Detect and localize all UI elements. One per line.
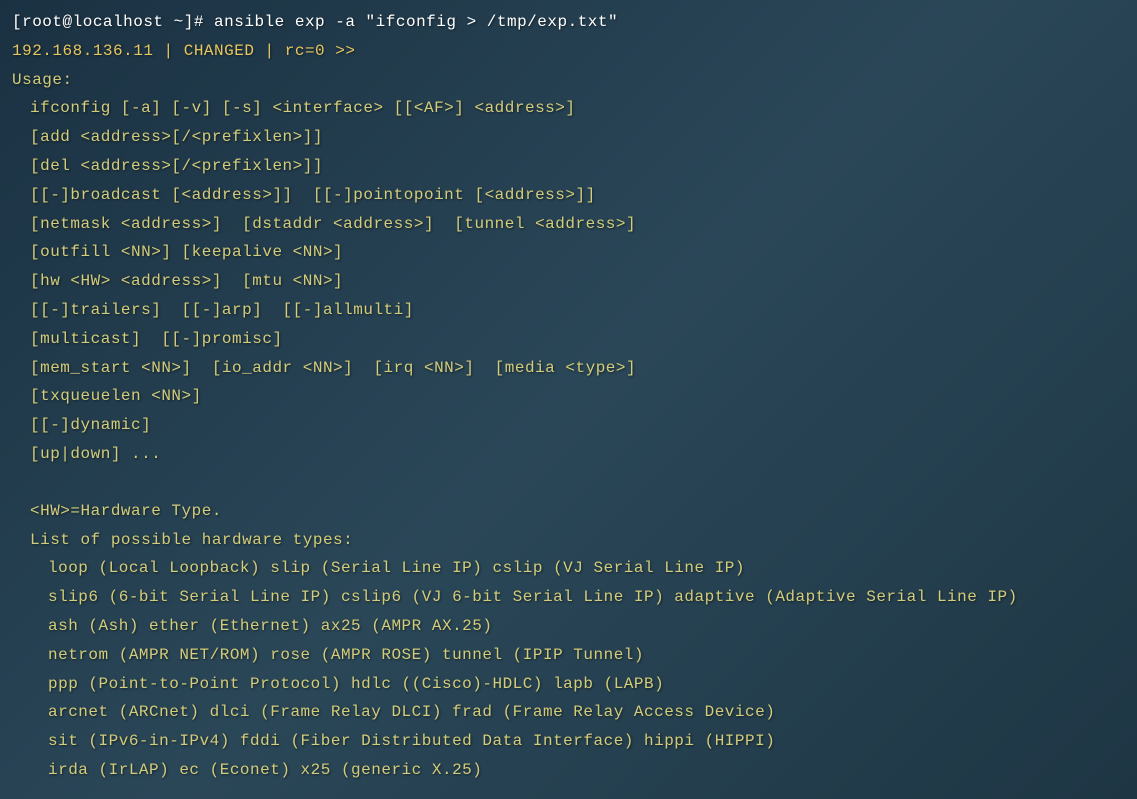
usage-line: ifconfig [-a] [-v] [-s] <interface> [[<A…: [12, 94, 1125, 123]
hardware-type-item: slip6 (6-bit Serial Line IP) cslip6 (VJ …: [12, 583, 1125, 612]
usage-line: [[-]trailers] [[-]arp] [[-]allmulti]: [12, 296, 1125, 325]
usage-line: [txqueuelen <NN>]: [12, 382, 1125, 411]
hardware-type-heading: <HW>=Hardware Type.: [12, 497, 1125, 526]
command-prompt-line: [root@localhost ~]# ansible exp -a "ifco…: [12, 8, 1125, 37]
hardware-type-item: loop (Local Loopback) slip (Serial Line …: [12, 554, 1125, 583]
usage-line: [multicast] [[-]promisc]: [12, 325, 1125, 354]
usage-line: [[-]dynamic]: [12, 411, 1125, 440]
hardware-type-item: netrom (AMPR NET/ROM) rose (AMPR ROSE) t…: [12, 641, 1125, 670]
usage-line: [netmask <address>] [dstaddr <address>] …: [12, 210, 1125, 239]
hardware-type-item: ash (Ash) ether (Ethernet) ax25 (AMPR AX…: [12, 612, 1125, 641]
hardware-type-item: sit (IPv6-in-IPv4) fddi (Fiber Distribut…: [12, 727, 1125, 756]
usage-line: [hw <HW> <address>] [mtu <NN>]: [12, 267, 1125, 296]
usage-heading: Usage:: [12, 66, 1125, 95]
usage-line: [up|down] ...: [12, 440, 1125, 469]
usage-line: [outfill <NN>] [keepalive <NN>]: [12, 238, 1125, 267]
hardware-type-item: irda (IrLAP) ec (Econet) x25 (generic X.…: [12, 756, 1125, 785]
usage-line: [[-]broadcast [<address>]] [[-]pointopoi…: [12, 181, 1125, 210]
ansible-status-line: 192.168.136.11 | CHANGED | rc=0 >>: [12, 37, 1125, 66]
hardware-type-item: arcnet (ARCnet) dlci (Frame Relay DLCI) …: [12, 698, 1125, 727]
usage-line: [add <address>[/<prefixlen>]]: [12, 123, 1125, 152]
hardware-list-heading: List of possible hardware types:: [12, 526, 1125, 555]
command-input[interactable]: ansible exp -a "ifconfig > /tmp/exp.txt": [214, 13, 618, 31]
hardware-type-item: ppp (Point-to-Point Protocol) hdlc ((Cis…: [12, 670, 1125, 699]
usage-line: [mem_start <NN>] [io_addr <NN>] [irq <NN…: [12, 354, 1125, 383]
blank-line: [12, 469, 1125, 497]
usage-line: [del <address>[/<prefixlen>]]: [12, 152, 1125, 181]
prompt-prefix: [root@localhost ~]#: [12, 13, 214, 31]
